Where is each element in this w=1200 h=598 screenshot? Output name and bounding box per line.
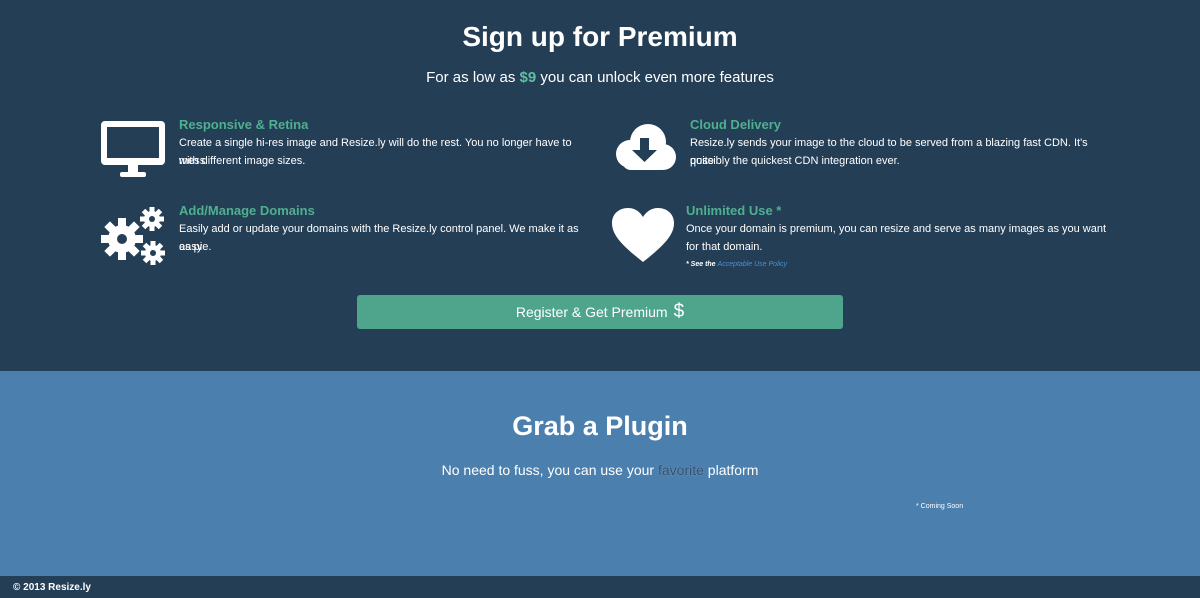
- coming-soon-note: * Coming Soon: [916, 503, 964, 510]
- subtitle-after: you can unlock even more features: [540, 69, 774, 86]
- plugins-section: Grab a Plugin No need to fuss, you can u…: [0, 371, 1200, 576]
- register-label: Register & Get Premium: [515, 304, 668, 320]
- feature-text-line2: possibly the quickest CDN integration ev…: [690, 155, 900, 167]
- feature-text-line2: for that domain.: [686, 241, 763, 253]
- feature-title: Unlimited Use *: [686, 203, 782, 218]
- feature-title: Responsive & Retina: [179, 117, 309, 132]
- tagline-highlight: favorite: [657, 462, 704, 478]
- gears-icon: [101, 207, 165, 265]
- register-premium-button[interactable]: Register & Get Premium $: [357, 295, 843, 329]
- feature-title: Add/Manage Domains: [179, 203, 315, 218]
- feature-cloud: Cloud Delivery Resize.ly sends your imag…: [612, 117, 1112, 177]
- tagline-before: No need to fuss, you can use your: [441, 462, 655, 478]
- dollar-icon: $: [673, 301, 685, 322]
- price-label: $9: [519, 69, 537, 86]
- feature-responsive: Responsive & Retina Create a single hi-r…: [100, 117, 600, 177]
- premium-section: Sign up for Premium For as low as $9 you…: [0, 0, 1200, 371]
- monitor-icon: [101, 121, 165, 177]
- footer: © 2013 Resize.ly: [0, 576, 1200, 598]
- feature-text-line1: Easily add or update your domains with t…: [179, 223, 579, 253]
- copyright-text: © 2013 Resize.ly: [13, 582, 91, 593]
- tagline-after: platform: [707, 462, 759, 478]
- aup-note: * See the Acceptable Use Policy: [686, 261, 787, 268]
- feature-domains: Add/Manage Domains Easily add or update …: [100, 203, 600, 269]
- feature-text-line2: with different image sizes.: [179, 155, 306, 167]
- plugins-title: Grab a Plugin: [512, 411, 688, 441]
- aup-link[interactable]: Acceptable Use Policy: [718, 261, 788, 268]
- aup-note-prefix: * See the: [686, 261, 716, 268]
- plugins-tagline: No need to fuss, you can use your favori…: [0, 462, 1200, 478]
- feature-text-line1: Once your domain is premium, you can res…: [686, 223, 1107, 235]
- premium-title: Sign up for Premium: [462, 21, 738, 52]
- subtitle-before: For as low as: [426, 69, 516, 86]
- heart-icon: [612, 208, 674, 262]
- feature-unlimited: Unlimited Use * Once your domain is prem…: [612, 203, 1112, 273]
- cloud-download-icon: [616, 124, 676, 170]
- premium-subtitle: For as low as $9 you can unlock even mor…: [0, 69, 1200, 86]
- feature-text-line2: as pie.: [179, 241, 212, 253]
- feature-title: Cloud Delivery: [690, 117, 782, 132]
